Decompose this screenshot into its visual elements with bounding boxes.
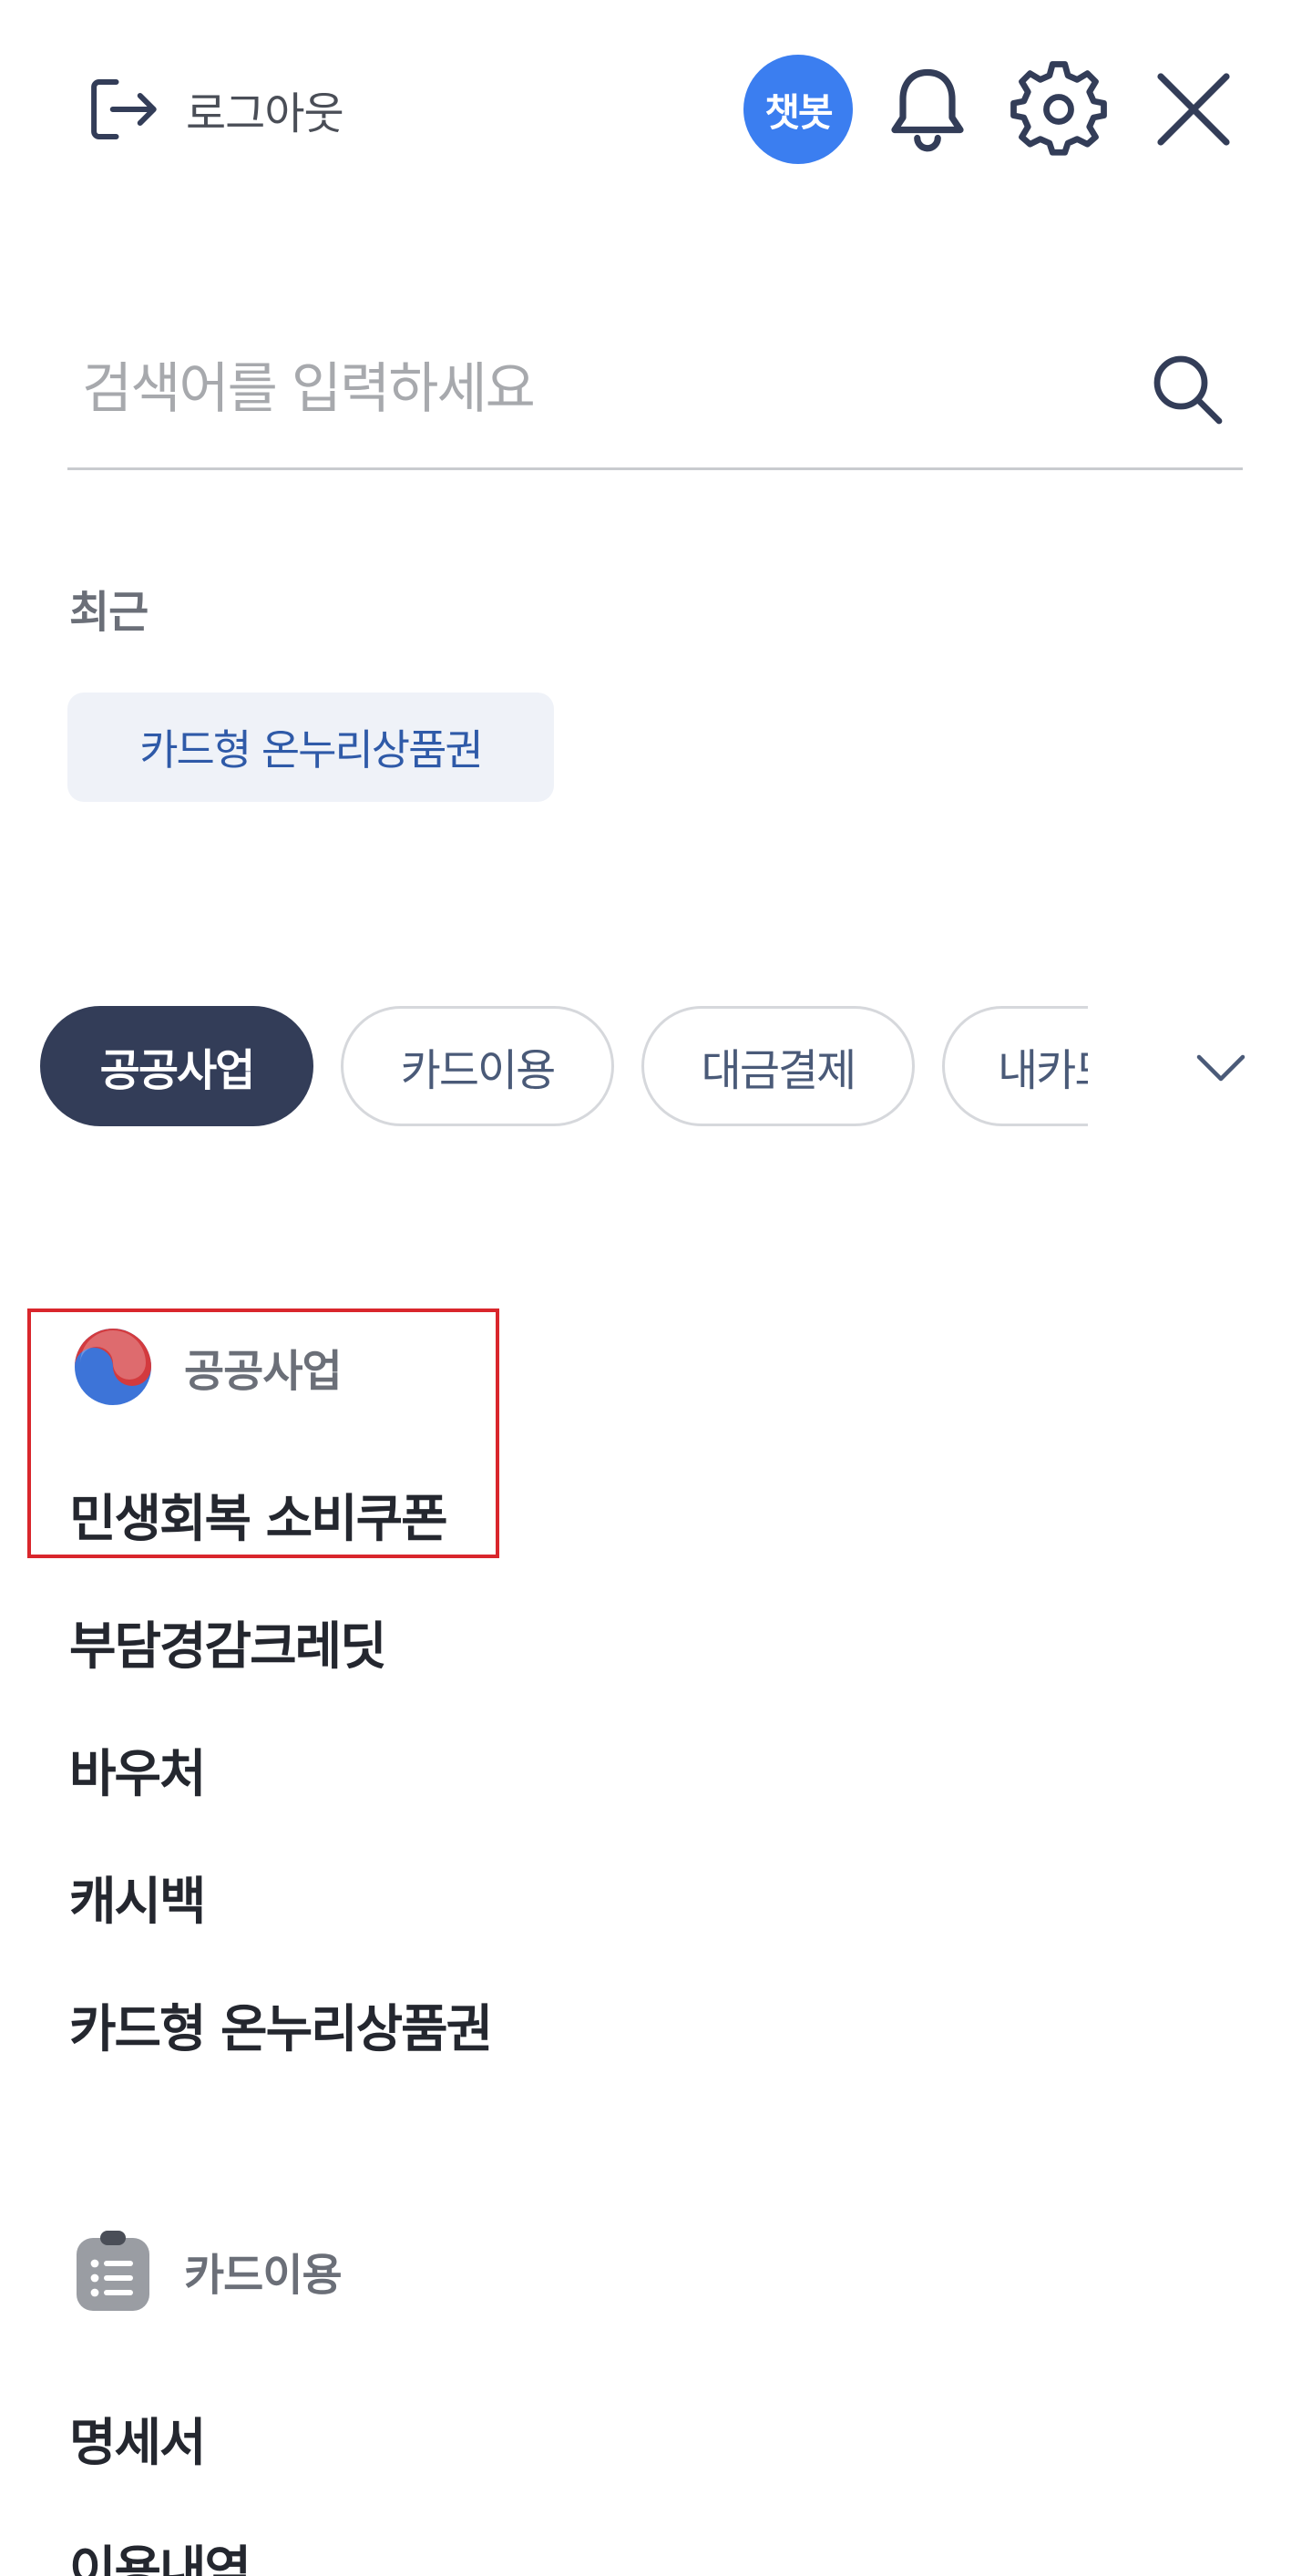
government-emblem-icon xyxy=(75,1329,151,1405)
tab-card-usage[interactable]: 카드이용 xyxy=(341,1006,614,1126)
tab-payment[interactable]: 대금결제 xyxy=(641,1006,915,1126)
tab-my-card[interactable]: 내카드 xyxy=(942,1006,1088,1126)
menu-item-voucher[interactable]: 바우처 xyxy=(69,1733,207,1807)
menu-item-burden-credit[interactable]: 부담경감크레딧 xyxy=(69,1606,387,1679)
section-title: 카드이용 xyxy=(184,2250,343,2301)
menu-item-statement[interactable]: 명세서 xyxy=(69,2402,207,2476)
logout-label: 로그아웃 xyxy=(186,88,344,139)
menu-item-cashback[interactable]: 캐시백 xyxy=(69,1861,207,1935)
bell-icon[interactable] xyxy=(878,60,977,159)
section-header-card-usage: 카드이용 xyxy=(69,2227,343,2314)
search-bar xyxy=(67,319,1243,470)
chatbot-label: 챗봇 xyxy=(764,89,833,135)
close-icon[interactable] xyxy=(1144,60,1243,159)
menu-item-onnuri-gift-card[interactable]: 카드형 온누리상품권 xyxy=(69,1988,493,2062)
search-input[interactable] xyxy=(82,339,1084,439)
category-tabs: 공공사업 카드이용 대금결제 내카드 xyxy=(40,1006,1088,1126)
logout-button[interactable]: 로그아웃 xyxy=(82,66,344,153)
clipboard-list-icon xyxy=(77,2231,149,2311)
menu-page: 로그아웃 챗봇 최근 카드형 온누리상품권 공공사업 카드이용 대금결제 xyxy=(0,0,1312,2576)
search-icon[interactable] xyxy=(1143,344,1230,432)
recent-chip[interactable]: 카드형 온누리상품권 xyxy=(67,693,554,802)
menu-item-usage-history[interactable]: 이용내역 xyxy=(69,2530,251,2576)
gear-icon[interactable] xyxy=(1010,60,1108,159)
tab-public-projects[interactable]: 공공사업 xyxy=(40,1006,313,1126)
section-header-public-projects: 공공사업 xyxy=(69,1323,343,1411)
chevron-down-icon[interactable] xyxy=(1188,1035,1254,1101)
section-title: 공공사업 xyxy=(184,1346,343,1397)
menu-item-consumption-coupon[interactable]: 민생회복 소비쿠폰 xyxy=(69,1478,448,1552)
header: 로그아웃 챗봇 xyxy=(0,0,1312,219)
chatbot-button[interactable]: 챗봇 xyxy=(743,55,853,164)
recent-title: 최근 xyxy=(69,587,149,638)
logout-icon xyxy=(91,79,157,139)
